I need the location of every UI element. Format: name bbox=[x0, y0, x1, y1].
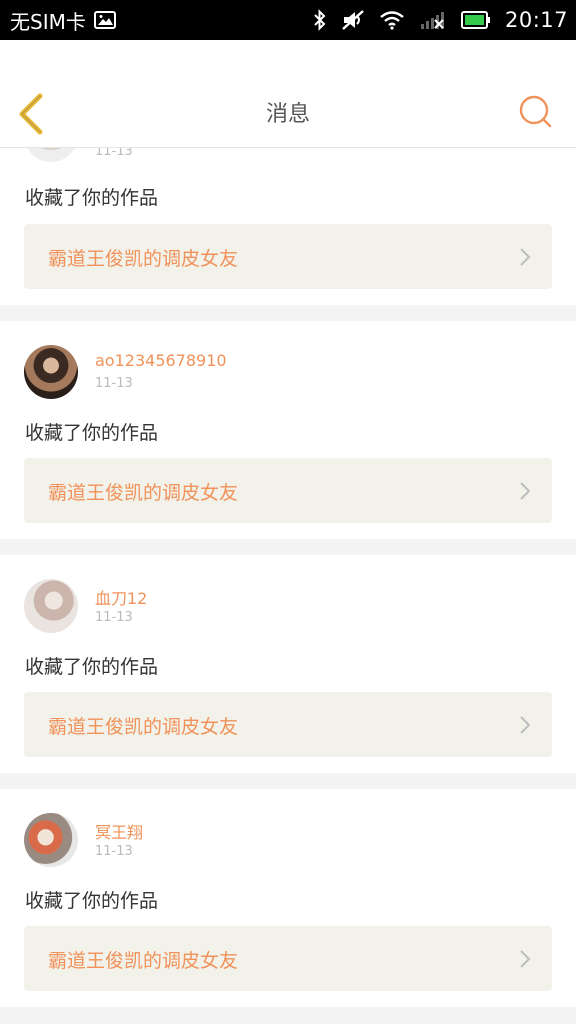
search-button[interactable] bbox=[518, 94, 554, 130]
signal-icon bbox=[419, 9, 447, 31]
avatar[interactable] bbox=[24, 345, 78, 399]
avatar[interactable] bbox=[24, 579, 78, 633]
message-date: 11-13 bbox=[95, 148, 133, 159]
message-date: 11-13 bbox=[95, 844, 133, 859]
page-title: 消息 bbox=[265, 102, 310, 127]
chevron-right-icon bbox=[520, 950, 531, 968]
avatar[interactable] bbox=[24, 813, 78, 867]
clock: 20:17 bbox=[504, 8, 568, 32]
carrier-label: 无SIM卡 bbox=[10, 9, 86, 34]
list-item: 血刀12 11-13 收藏了你的作品 霸道王俊凯的调皮女友 bbox=[0, 555, 576, 773]
username[interactable]: 冥王翔 bbox=[95, 819, 143, 843]
battery-icon bbox=[460, 11, 491, 29]
work-title: 霸道王俊凯的调皮女友 bbox=[48, 482, 239, 504]
chevron-right-icon bbox=[520, 482, 531, 500]
list-item: ao12345678910 11-13 收藏了你的作品 霸道王俊凯的调皮女友 bbox=[0, 321, 576, 539]
chevron-right-icon bbox=[520, 248, 531, 266]
work-link[interactable]: 霸道王俊凯的调皮女友 bbox=[24, 926, 552, 991]
image-icon bbox=[93, 11, 116, 29]
username[interactable]: ao12345678910 bbox=[95, 351, 227, 370]
message-action: 收藏了你的作品 bbox=[25, 187, 159, 209]
work-title: 霸道王俊凯的调皮女友 bbox=[48, 248, 239, 270]
bluetooth-icon bbox=[313, 9, 327, 31]
work-title: 霸道王俊凯的调皮女友 bbox=[48, 716, 239, 738]
list-item: 冥王翔 11-13 收藏了你的作品 霸道王俊凯的调皮女友 bbox=[0, 789, 576, 1007]
avatar[interactable] bbox=[24, 148, 78, 162]
wifi-icon bbox=[379, 10, 405, 30]
work-link[interactable]: 霸道王俊凯的调皮女友 bbox=[24, 224, 552, 289]
status-bar: 无SIM卡 20:17 bbox=[0, 0, 576, 40]
chevron-right-icon bbox=[520, 716, 531, 734]
mute-icon bbox=[341, 9, 365, 31]
work-link[interactable]: 霸道王俊凯的调皮女友 bbox=[24, 458, 552, 523]
username[interactable]: 血刀12 bbox=[95, 585, 147, 609]
message-action: 收藏了你的作品 bbox=[25, 422, 159, 444]
work-link[interactable]: 霸道王俊凯的调皮女友 bbox=[24, 692, 552, 757]
message-date: 11-13 bbox=[95, 376, 133, 391]
message-action: 收藏了你的作品 bbox=[25, 890, 159, 912]
search-icon bbox=[519, 95, 552, 128]
message-action: 收藏了你的作品 bbox=[25, 656, 159, 678]
work-title: 霸道王俊凯的调皮女友 bbox=[48, 950, 239, 972]
app-header: 消息 bbox=[0, 40, 576, 148]
message-list[interactable]: 11-13 收藏了你的作品 霸道王俊凯的调皮女友 ao12345678910 1… bbox=[0, 148, 576, 1024]
list-item: 11-13 收藏了你的作品 霸道王俊凯的调皮女友 bbox=[0, 148, 576, 305]
message-date: 11-13 bbox=[95, 610, 133, 625]
